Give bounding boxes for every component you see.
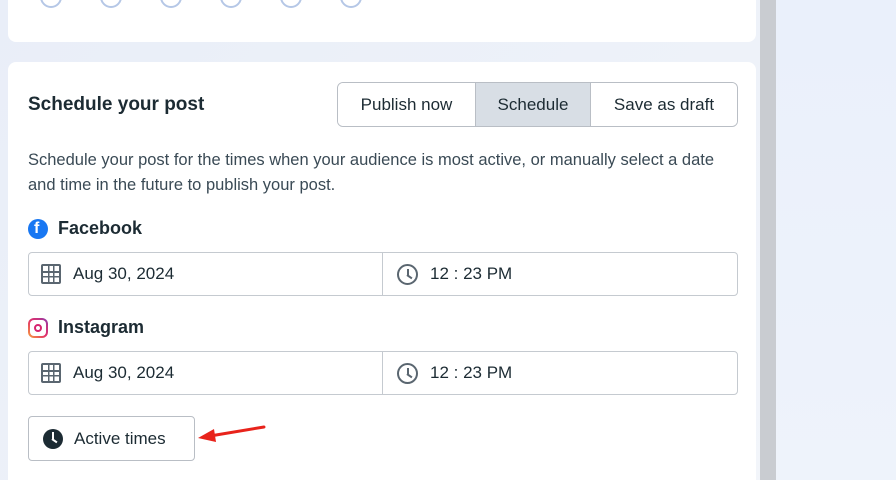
post-preview-card — [8, 0, 756, 42]
schedule-card: Schedule your post Publish now Schedule … — [8, 62, 756, 480]
clock-icon — [397, 263, 418, 285]
share-icon[interactable] — [220, 0, 242, 8]
save-as-draft-button[interactable]: Save as draft — [591, 83, 737, 126]
facebook-section-header: Facebook — [28, 218, 142, 239]
scrollbar-track[interactable] — [760, 0, 776, 480]
publish-now-button[interactable]: Publish now — [338, 83, 476, 126]
facebook-icon — [28, 218, 48, 239]
facebook-time-input[interactable]: 12 : 23 PM — [383, 253, 737, 295]
platform-name: Facebook — [58, 218, 143, 238]
facebook-datetime-row: Aug 30, 2024 12 : 23 PM — [28, 252, 738, 296]
active-times-label: Active times — [74, 428, 166, 448]
annotation-arrow-icon — [198, 425, 266, 442]
share-icon[interactable] — [40, 0, 62, 8]
time-value: 12 : 23 PM — [430, 363, 513, 382]
clock-icon — [397, 362, 418, 384]
facebook-date-input[interactable]: Aug 30, 2024 — [29, 253, 383, 295]
instagram-datetime-row: Aug 30, 2024 12 : 23 PM — [28, 351, 738, 395]
share-icon[interactable] — [100, 0, 122, 8]
calendar-icon — [41, 264, 61, 284]
share-icon[interactable] — [340, 0, 362, 8]
platform-name: Instagram — [58, 317, 145, 337]
clock-filled-icon — [43, 428, 63, 449]
schedule-title: Schedule your post — [28, 94, 205, 115]
share-icons-row — [40, 0, 362, 8]
instagram-icon — [28, 317, 48, 338]
page-background-right — [776, 0, 896, 480]
time-value: 12 : 23 PM — [430, 264, 513, 283]
instagram-time-input[interactable]: 12 : 23 PM — [383, 352, 737, 394]
schedule-description: Schedule your post for the times when yo… — [28, 151, 715, 194]
active-times-button[interactable]: Active times — [28, 416, 195, 461]
schedule-button[interactable]: Schedule — [476, 83, 591, 126]
date-value: Aug 30, 2024 — [73, 363, 175, 382]
instagram-date-input[interactable]: Aug 30, 2024 — [29, 352, 383, 394]
date-value: Aug 30, 2024 — [73, 264, 175, 283]
publish-mode-toggle: Publish now Schedule Save as draft — [337, 82, 738, 127]
share-icon[interactable] — [160, 0, 182, 8]
instagram-section-header: Instagram — [28, 317, 144, 338]
calendar-icon — [41, 363, 61, 383]
share-icon[interactable] — [280, 0, 302, 8]
